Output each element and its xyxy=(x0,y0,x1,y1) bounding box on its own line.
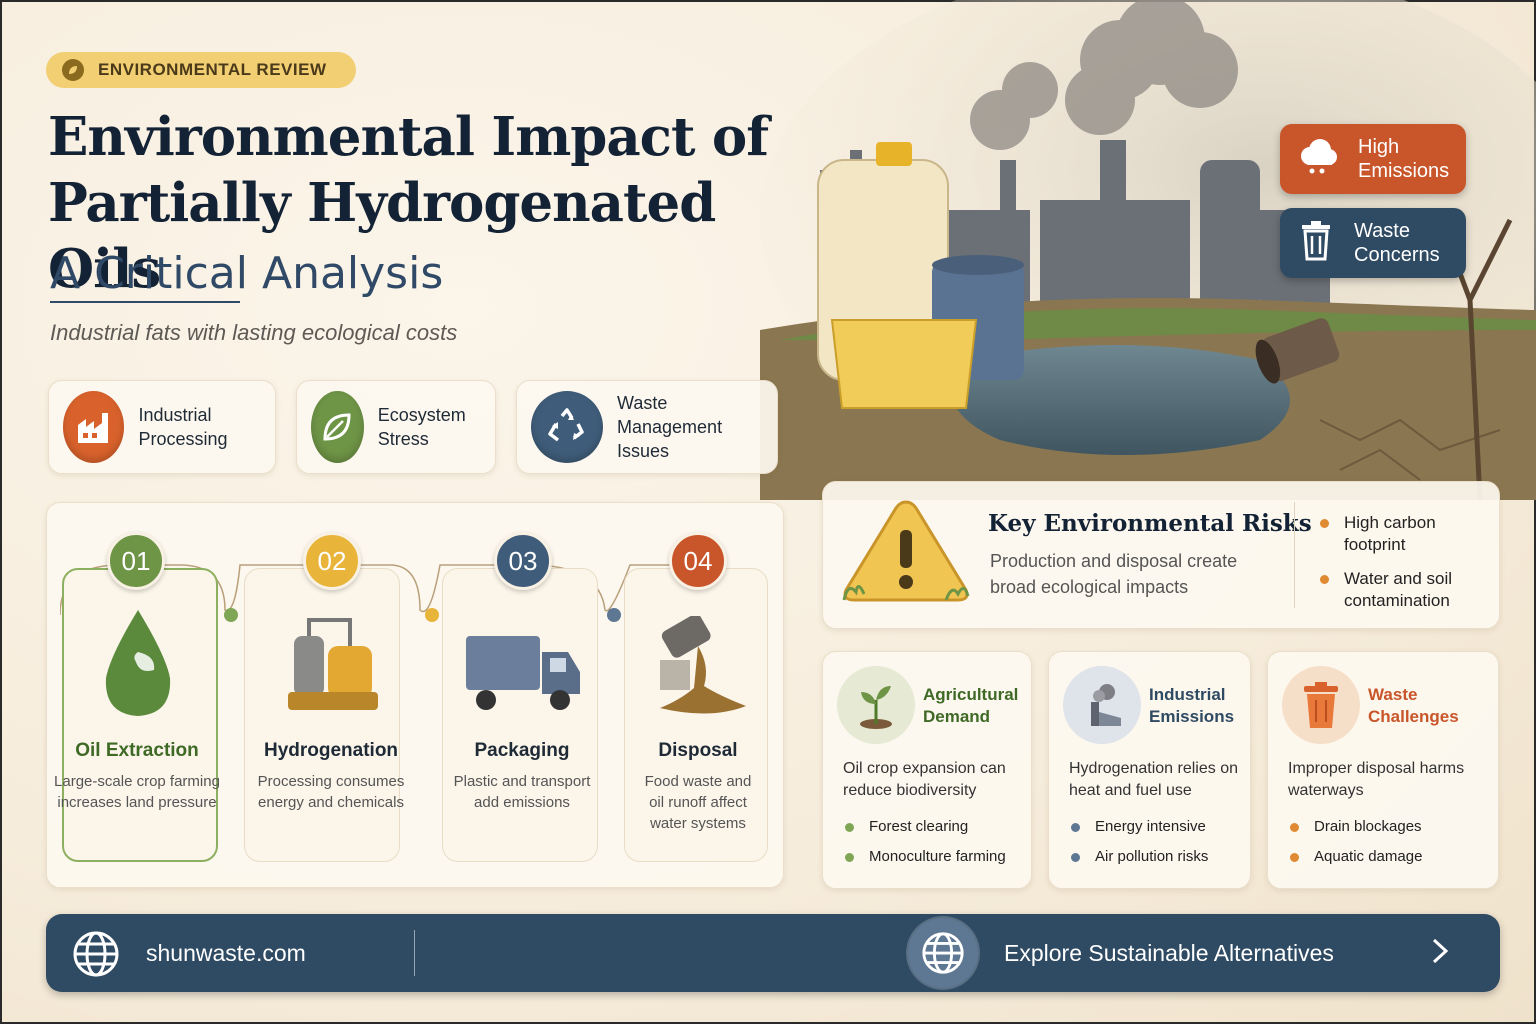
step-number: 01 xyxy=(107,532,165,590)
impact-desc: Improper disposal harms waterways xyxy=(1288,760,1465,799)
risks-title: Key Environmental Risks xyxy=(988,510,1312,537)
subtitle: A Critical Analysis xyxy=(50,248,444,299)
step-number: 04 xyxy=(669,532,727,590)
oil-drop-icon xyxy=(105,610,171,716)
impact-desc: Hydrogenation relies on heat and fuel us… xyxy=(1069,760,1238,799)
list-item: Water and soil contamination xyxy=(1320,568,1490,612)
category-waste-management: Waste Management Issues xyxy=(516,380,778,474)
connector-dot xyxy=(607,608,621,622)
impact-list: Energy intensive Air pollution risks xyxy=(1071,816,1208,876)
title-line-1: Environmental Impact of xyxy=(48,106,769,168)
sprout-icon xyxy=(837,666,915,744)
chevron-right-icon[interactable] xyxy=(1430,936,1450,973)
tag-label: Waste xyxy=(1354,220,1410,242)
risk-divider xyxy=(1294,502,1295,608)
connector-dot xyxy=(224,608,238,622)
smokestack-icon xyxy=(1063,666,1141,744)
step-desc: Plastic and transport add emissions xyxy=(453,773,591,811)
footer-bar: shunwaste.com Explore Sustainable Altern… xyxy=(46,914,1500,992)
list-item: Energy intensive xyxy=(1071,816,1208,838)
footer-divider xyxy=(414,930,415,976)
leaf-icon xyxy=(311,391,364,463)
step-desc: Large-scale crop farming increases land … xyxy=(54,773,220,811)
tagline: Industrial fats with lasting ecological … xyxy=(50,320,458,345)
explore-alternatives-link[interactable]: Explore Sustainable Alternatives xyxy=(1004,940,1334,967)
impact-desc: Oil crop expansion can reduce biodiversi… xyxy=(843,760,1006,799)
factory-icon xyxy=(63,391,125,463)
cloud-icon xyxy=(1296,136,1340,182)
trash-icon xyxy=(1296,219,1336,267)
step-title: Packaging xyxy=(474,740,570,761)
impact-title: Waste Challenges xyxy=(1368,685,1459,726)
globe-icon[interactable] xyxy=(908,918,978,988)
waste-concerns-tag: Waste Concerns xyxy=(1280,208,1466,278)
risks-desc: Production and disposal create broad eco… xyxy=(990,551,1238,597)
step-number: 02 xyxy=(303,532,361,590)
recycle-icon xyxy=(531,391,603,463)
review-badge: ENVIRONMENTAL REVIEW xyxy=(46,52,356,88)
impact-card-waste: Waste Challenges Improper disposal harms … xyxy=(1267,651,1499,889)
step-title: Oil Extraction xyxy=(75,740,199,761)
impact-card-agricultural: Agricultural Demand Oil crop expansion ca… xyxy=(822,651,1032,889)
truck-icon xyxy=(466,636,580,710)
category-ecosystem-stress: Ecosystem Stress xyxy=(296,380,496,474)
tag-label: Concerns xyxy=(1354,244,1440,266)
list-item: Drain blockages xyxy=(1290,816,1422,838)
step-desc: Food waste and oil runoff affect water s… xyxy=(644,773,752,832)
list-item: Air pollution risks xyxy=(1071,846,1208,868)
site-link[interactable]: shunwaste.com xyxy=(146,940,306,967)
connector-dot xyxy=(425,608,439,622)
globe-icon xyxy=(72,930,120,983)
category-label: Ecosystem Stress xyxy=(377,405,466,449)
impact-card-industrial: Industrial Emissions Hydrogenation relies… xyxy=(1048,651,1251,889)
tag-label: Emissions xyxy=(1358,160,1450,182)
step-title: Disposal xyxy=(658,740,738,761)
list-item: Forest clearing xyxy=(845,816,1006,838)
category-label: Industrial Processing xyxy=(138,405,228,449)
list-item: Monoculture farming xyxy=(845,846,1006,868)
category-label: Waste Management Issues xyxy=(617,393,723,461)
high-emissions-tag: High Emissions xyxy=(1280,124,1466,194)
leaf-icon xyxy=(62,59,84,81)
trash-icon xyxy=(1282,666,1360,744)
impact-title: Industrial Emissions xyxy=(1149,685,1235,726)
risk-list: High carbon footprint Water and soil con… xyxy=(1320,512,1490,624)
step-title: Hydrogenation xyxy=(263,740,399,761)
tag-label: High xyxy=(1358,136,1400,158)
impact-list: Forest clearing Monoculture farming xyxy=(845,816,1006,876)
list-item: High carbon footprint xyxy=(1320,512,1490,556)
step-desc: Processing consumes energy and chemicals xyxy=(257,773,405,811)
impact-list: Drain blockages Aquatic damage xyxy=(1290,816,1422,876)
subtitle-underline xyxy=(50,301,240,303)
category-industrial-processing: Industrial Processing xyxy=(48,380,276,474)
badge-label: ENVIRONMENTAL REVIEW xyxy=(98,60,327,79)
warning-icon xyxy=(842,500,970,602)
step-number: 03 xyxy=(494,532,552,590)
list-item: Aquatic damage xyxy=(1290,846,1422,868)
spill-icon xyxy=(660,616,746,714)
impact-title: Agricultural Demand xyxy=(923,685,1019,726)
reactor-icon xyxy=(288,618,378,710)
